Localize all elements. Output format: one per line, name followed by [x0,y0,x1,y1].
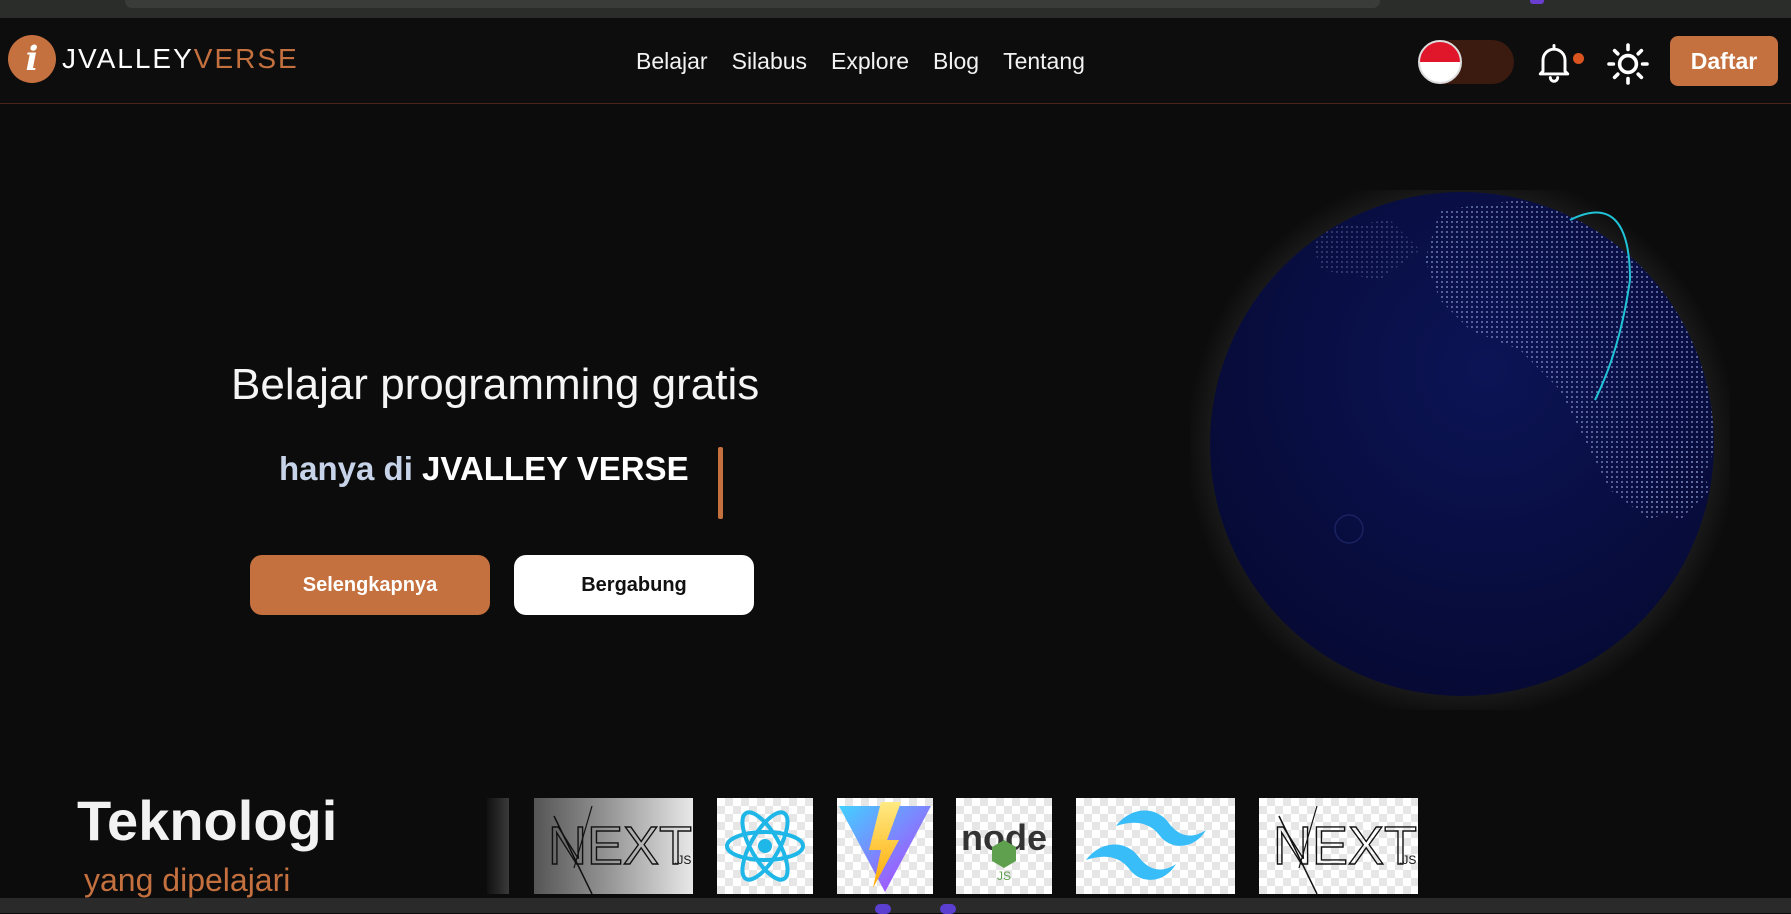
technologies-subheading: yang dipelajari [84,862,291,898]
nav-link-tentang[interactable]: Tentang [1003,48,1085,75]
nodejs-logo-icon: node JS [961,817,1047,883]
sun-icon[interactable] [1604,40,1652,88]
logo-text: JVALLEYVERSE [62,43,299,75]
svg-text:JS: JS [997,869,1011,883]
vite-logo-tile [837,798,933,894]
nav-link-belajar[interactable]: Belajar [636,48,708,75]
vite-logo-icon [839,802,931,892]
nextjs-logo-icon: NEXT .JS [547,805,693,894]
hero-subtitle-brand: JVALLEY VERSE [422,450,689,487]
technologies-heading: Teknologi [77,789,338,852]
join-button[interactable]: Bergabung [514,555,754,615]
nav-link-silabus[interactable]: Silabus [732,48,807,75]
logo-text-white: JVALLEY [62,43,194,74]
indonesia-flag-icon [1418,40,1462,84]
logo-icon: i [8,35,56,83]
nav-link-explore[interactable]: Explore [831,48,909,75]
react-logo-icon [725,810,805,882]
navbar: i JVALLEYVERSE Belajar Silabus Explore B… [0,18,1791,104]
register-button[interactable]: Daftar [1670,36,1778,86]
partial-logo-tile [487,798,509,894]
react-logo-tile [717,798,813,894]
svg-text:.JS: .JS [1399,853,1416,867]
hero-subtitle: hanya di JVALLEY VERSE [279,450,689,488]
nextjs-logo-icon-2: NEXT .JS [1272,805,1418,894]
nextjs-logo-tile-2: NEXT .JS [1259,798,1418,894]
nav-link-blog[interactable]: Blog [933,48,979,75]
svg-text:.JS: .JS [674,853,691,867]
browser-top-bar [0,0,1791,18]
svg-text:NEXT: NEXT [1273,816,1417,876]
hero-subtitle-prefix: hanya di [279,450,413,487]
address-bar[interactable] [125,0,1380,8]
nextjs-logo-tile-1: NEXT .JS [534,798,693,894]
globe-visualization[interactable] [1190,190,1730,710]
language-toggle[interactable] [1418,40,1514,84]
typing-caret [718,447,723,519]
bell-icon[interactable] [1532,40,1576,84]
nav-links: Belajar Silabus Explore Blog Tentang [636,48,1109,75]
tailwind-logo-tile [1076,798,1235,894]
learn-more-button[interactable]: Selengkapnya [250,555,490,615]
logo-text-orange: VERSE [193,43,299,74]
extension-icon[interactable] [1530,0,1544,4]
hero-title: Belajar programming gratis [231,360,760,409]
browser-bottom-strip [0,898,1791,914]
svg-text:NEXT: NEXT [548,816,692,876]
notification-dot [1573,53,1584,64]
site-logo[interactable]: i JVALLEYVERSE [8,35,299,83]
nodejs-logo-tile: node JS [956,798,1052,894]
tailwind-logo-icon [1086,810,1206,880]
